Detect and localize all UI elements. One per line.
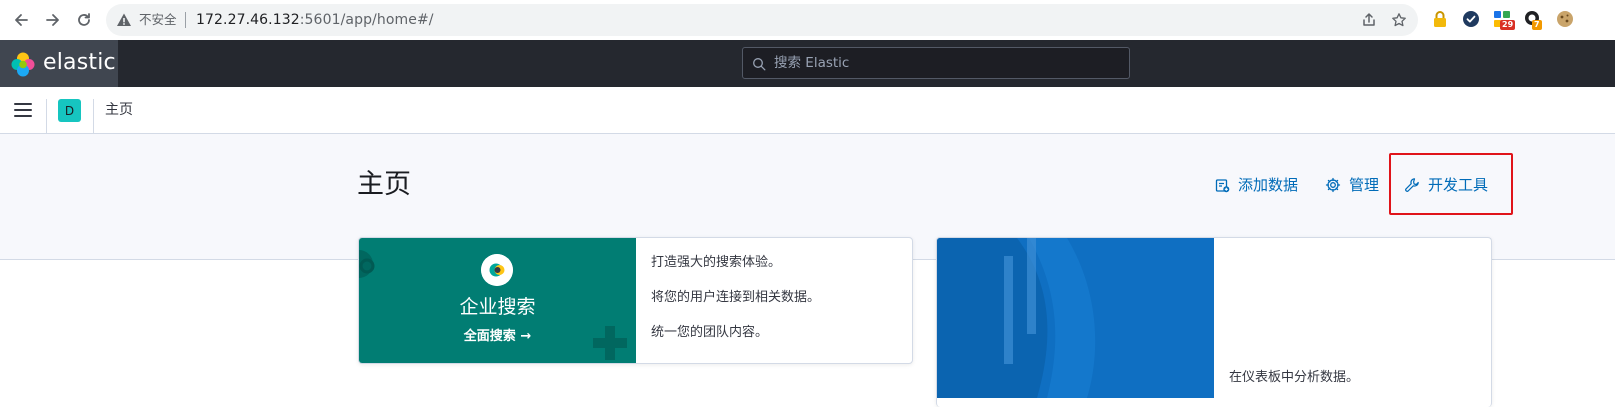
- arrow-right-icon: [46, 14, 59, 26]
- share-icon[interactable]: [1361, 12, 1377, 28]
- reload-button[interactable]: [73, 9, 95, 31]
- address-bar[interactable]: 不安全 172.27.46.132:5601/app/home#/: [106, 4, 1418, 36]
- lock-extension-icon[interactable]: [1430, 9, 1450, 29]
- check-shield-extension-icon[interactable]: [1461, 9, 1481, 29]
- kibana-header: elastic 搜索 Elastic: [0, 40, 1615, 87]
- elastic-logo-icon: [11, 52, 35, 77]
- reload-icon: [78, 13, 90, 26]
- management-link[interactable]: 管理: [1325, 174, 1379, 196]
- c-extension[interactable]: 7: [1523, 9, 1543, 30]
- bookmark-star-icon[interactable]: [1391, 12, 1407, 28]
- search-icon: [753, 58, 766, 71]
- analytics-banner: [937, 238, 1214, 398]
- enterprise-search-link[interactable]: 全面搜索 →: [359, 328, 636, 346]
- enterprise-search-description: 打造强大的搜索体验。 将您的用户连接到相关数据。 统一您的团队内容。: [651, 254, 820, 359]
- enterprise-search-title: 企业搜索: [459, 296, 536, 318]
- arrow-right-icon: →: [520, 329, 532, 344]
- enterprise-desc-line: 将您的用户连接到相关数据。: [651, 290, 821, 305]
- search-placeholder: 搜索 Elastic: [774, 55, 850, 71]
- forward-button[interactable]: [42, 9, 64, 31]
- analytics-decor-shapes: [937, 238, 1096, 398]
- hamburger-icon-line: [14, 115, 32, 117]
- enterprise-desc-line: 统一您的团队内容。: [651, 325, 769, 340]
- dev-tools-highlight-box: [1389, 153, 1513, 215]
- arrow-left-icon: [15, 14, 28, 26]
- grid-extension[interactable]: 29: [1492, 9, 1516, 30]
- url-path: :5601/app/home#/: [299, 12, 434, 28]
- enterprise-desc-line: 打造强大的搜索体验。: [651, 255, 782, 270]
- url-text[interactable]: 172.27.46.132:5601/app/home#/: [196, 11, 434, 29]
- bar-divider: [46, 99, 47, 133]
- back-button[interactable]: [10, 9, 32, 31]
- breadcrumb-bar: D 主页: [0, 87, 1615, 134]
- gear-icon: [1325, 177, 1341, 193]
- elastic-brand-text: elastic: [43, 50, 116, 75]
- enterprise-search-banner: 企业搜索 全面搜索 →: [359, 238, 636, 363]
- extension-badge-count: 7: [1532, 20, 1542, 30]
- hamburger-icon: [14, 103, 32, 105]
- browser-toolbar: 不安全 172.27.46.132:5601/app/home#/ 29 7: [0, 0, 1615, 40]
- page-title: 主页: [357, 169, 411, 200]
- nav-menu-button[interactable]: [14, 102, 32, 118]
- hamburger-icon-line: [14, 109, 32, 111]
- enterprise-search-link-label: 全面搜索: [463, 329, 516, 344]
- space-avatar[interactable]: D: [58, 99, 81, 122]
- analytics-description: 在仪表板中分析数据。: [1229, 370, 1360, 385]
- add-data-icon: [1215, 178, 1230, 192]
- add-data-link[interactable]: 添加数据: [1215, 174, 1298, 196]
- enterprise-search-card[interactable]: 企业搜索 全面搜索 → 打造强大的搜索体验。 将您的用户连接到相关数据。 统一您…: [358, 237, 913, 364]
- url-host: 172.27.46.132: [196, 12, 300, 28]
- elastic-home-link[interactable]: elastic: [0, 40, 118, 87]
- management-label: 管理: [1349, 176, 1380, 194]
- warning-icon[interactable]: [116, 12, 132, 28]
- enterprise-search-logo-icon: [481, 254, 513, 286]
- omnibox-divider: [185, 12, 186, 28]
- bar-divider: [93, 99, 94, 133]
- analytics-card[interactable]: 在仪表板中分析数据。: [936, 237, 1492, 407]
- cookie-extension-icon[interactable]: [1555, 9, 1575, 29]
- insecure-label[interactable]: 不安全: [139, 12, 177, 28]
- global-search-input[interactable]: 搜索 Elastic: [742, 47, 1130, 79]
- extension-badge-count: 29: [1500, 20, 1516, 30]
- breadcrumb-home: 主页: [105, 102, 133, 118]
- add-data-label: 添加数据: [1238, 176, 1299, 194]
